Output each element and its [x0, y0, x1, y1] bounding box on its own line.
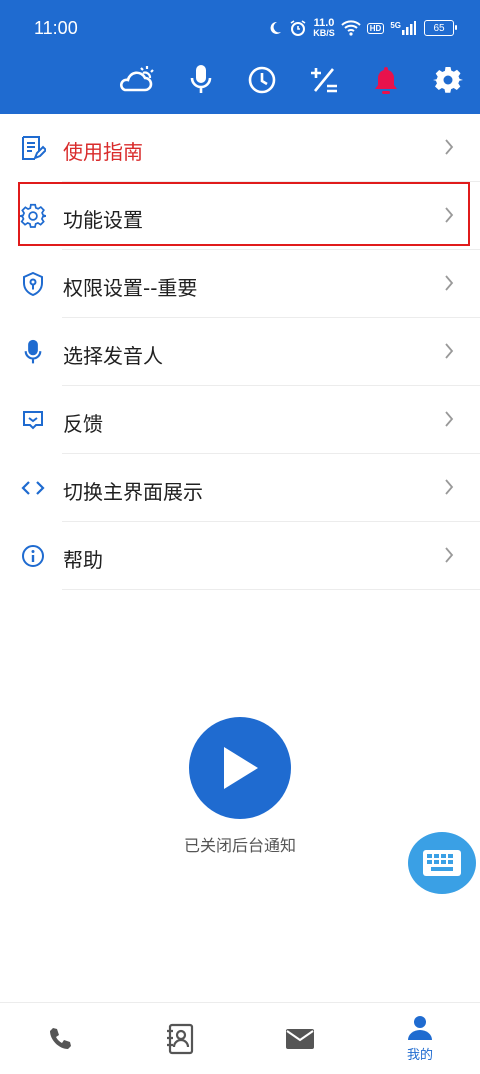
calculator-icon: [311, 68, 337, 93]
play-button[interactable]: [189, 717, 291, 819]
nav-phone[interactable]: [0, 1003, 120, 1074]
bottom-nav: 我的: [0, 1002, 480, 1074]
nav-profile-label: 我的: [406, 1048, 433, 1063]
notification-button[interactable]: [368, 62, 404, 98]
wifi-icon: [341, 20, 361, 36]
chevron-right-icon: [445, 275, 454, 291]
status-bar: 11:00 11.0 KB/S HD 5G 65: [0, 0, 480, 58]
microphone-icon: [190, 65, 212, 93]
battery: 65: [424, 20, 457, 36]
signal-indicator: 5G: [390, 21, 416, 35]
menu-item-label: 选择发音人: [63, 344, 163, 368]
play-icon: [224, 747, 258, 789]
chevron-right-icon: [445, 343, 454, 359]
keyboard-fab[interactable]: [408, 832, 476, 894]
signal-label: 5G: [390, 21, 401, 30]
background-notice: 已关闭后台通知: [183, 836, 296, 855]
moon-icon: [270, 21, 282, 34]
gear-icon: [433, 67, 463, 93]
chevron-right-icon: [445, 547, 454, 563]
contacts-icon: [167, 1023, 194, 1054]
hd-badge: HD: [366, 22, 385, 34]
menu-item-feedback[interactable]: 反馈: [0, 386, 480, 454]
menu-item-label: 帮助: [63, 548, 103, 572]
keyboard-icon: [423, 850, 461, 876]
phone-icon: [50, 1027, 71, 1049]
info-icon: [20, 543, 46, 569]
settings-button[interactable]: [430, 62, 466, 98]
menu-item-guide[interactable]: 使用指南: [0, 114, 480, 182]
mail-icon: [286, 1028, 314, 1049]
shield-icon: [20, 271, 46, 297]
weather-icon: [120, 66, 154, 92]
menu-item-label: 切换主界面展示: [63, 480, 203, 504]
menu-item-help[interactable]: 帮助: [0, 522, 480, 590]
clock-icon: [248, 66, 276, 94]
chevron-right-icon: [445, 139, 454, 155]
clock-button[interactable]: [244, 62, 280, 98]
calculator-button[interactable]: [306, 62, 342, 98]
nav-mail[interactable]: [240, 1003, 360, 1074]
net-speed: 11.0 KB/S: [313, 18, 335, 38]
net-speed-unit: KB/S: [313, 28, 335, 38]
feedback-icon: [20, 407, 46, 433]
chevron-right-icon: [445, 411, 454, 427]
nav-profile[interactable]: 我的: [360, 1003, 480, 1074]
menu-item-voice[interactable]: 选择发音人: [0, 318, 480, 386]
alarm-icon: [290, 20, 306, 36]
person-icon: [408, 1016, 432, 1040]
microphone-icon: [20, 339, 46, 365]
nav-contacts[interactable]: [120, 1003, 240, 1074]
app-header: 11:00 11.0 KB/S HD 5G 65: [0, 0, 480, 114]
menu-item-label: 使用指南: [63, 140, 143, 164]
toolbar: [0, 60, 480, 100]
signal-bars-icon: [402, 21, 416, 35]
battery-level: 65: [433, 22, 445, 34]
battery-tip: [455, 25, 457, 30]
selection-highlight: [18, 182, 470, 246]
microphone-button[interactable]: [183, 62, 219, 98]
status-time: 11:00: [34, 18, 78, 38]
menu-item-switch-layout[interactable]: 切换主界面展示: [0, 454, 480, 522]
menu-item-label: 权限设置--重要: [63, 276, 198, 300]
chevron-right-icon: [445, 479, 454, 495]
menu-item-permissions[interactable]: 权限设置--重要: [0, 250, 480, 318]
weather-button[interactable]: [116, 62, 156, 98]
bell-icon: [375, 67, 397, 94]
guide-icon: [20, 135, 46, 161]
status-icons: 11.0 KB/S HD 5G 65: [267, 18, 457, 38]
code-icon: [20, 475, 46, 501]
divider: [62, 589, 480, 590]
menu-item-label: 反馈: [63, 412, 103, 436]
